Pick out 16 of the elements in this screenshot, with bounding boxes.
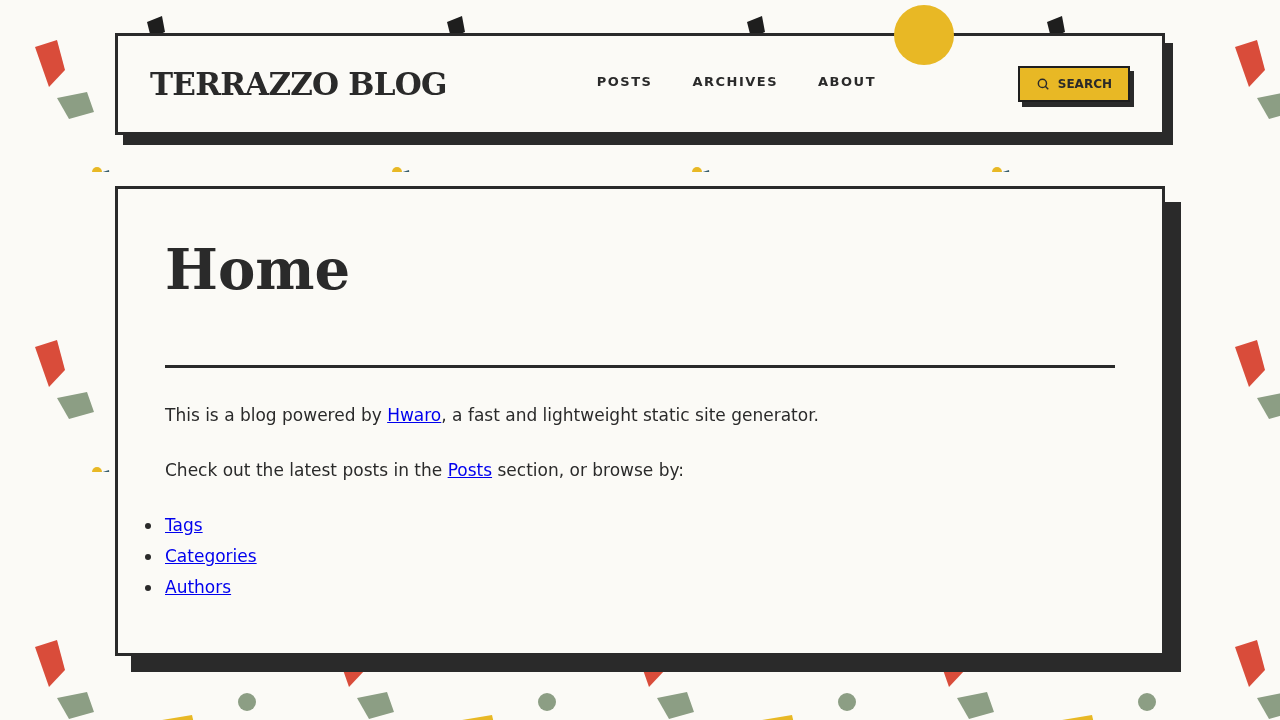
list-link[interactable]: Tags: [165, 512, 203, 539]
paragraph: This is a blog powered by Hwaro, a fast and lightweight static site generator.: [165, 404, 820, 427]
nav-link[interactable]: POSTS: [596, 72, 653, 92]
search-icon: [1035, 77, 1050, 91]
text-link[interactable]: Posts: [447, 460, 493, 480]
bullet-icon: [145, 522, 151, 529]
text-link[interactable]: Hwaro: [387, 405, 442, 425]
nav-link[interactable]: ABOUT: [818, 72, 876, 92]
site-logo[interactable]: TERRAZZO BLOG: [150, 60, 447, 108]
list-link[interactable]: Authors: [165, 574, 232, 601]
list-link[interactable]: Categories: [165, 543, 257, 570]
bullet-icon: [145, 553, 151, 560]
paragraph: Check out the latest posts in the Posts section, or browse by:: [165, 459, 686, 482]
page-title: Home: [165, 235, 352, 304]
nav-link[interactable]: ARCHIVES: [692, 72, 779, 92]
bullet-icon: [145, 584, 151, 591]
